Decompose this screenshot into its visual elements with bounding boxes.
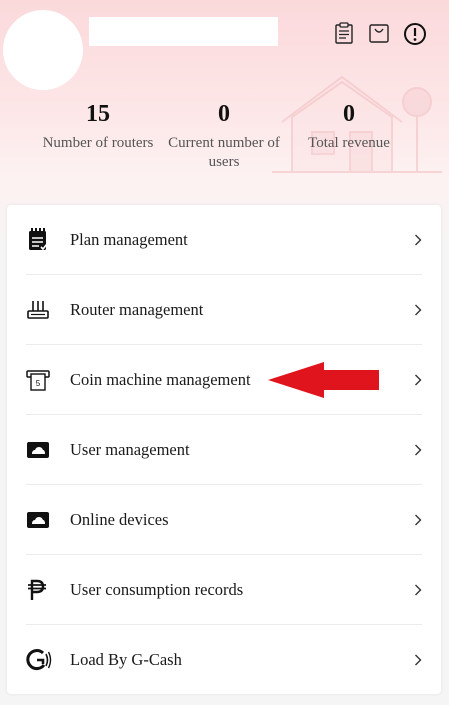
- chevron-right-icon: [410, 304, 422, 316]
- gcash-icon: [26, 645, 56, 675]
- menu-item-online-devices[interactable]: Online devices: [26, 485, 422, 555]
- stat-routers: 15 Number of routers: [34, 100, 162, 153]
- chevron-right-icon: [410, 444, 422, 456]
- menu-card: Plan management Router management 5 Coin…: [7, 205, 441, 694]
- shopping-bag-icon[interactable]: [366, 20, 392, 46]
- svg-text:5: 5: [36, 379, 41, 388]
- stat-value: 0: [218, 101, 230, 127]
- menu-item-plan-management[interactable]: Plan management: [26, 205, 422, 275]
- chevron-right-icon: [410, 514, 422, 526]
- coin-machine-icon: 5: [26, 365, 56, 395]
- stat-value: 15: [86, 101, 110, 127]
- stat-label: Total revenue: [308, 135, 390, 151]
- menu-item-label: User management: [70, 439, 190, 459]
- menu-item-coin-machine-management[interactable]: 5 Coin machine management: [26, 345, 422, 415]
- router-icon: [26, 295, 56, 325]
- menu-item-user-management[interactable]: User management: [26, 415, 422, 485]
- user-management-icon: [26, 435, 56, 465]
- menu-item-label: Plan management: [70, 229, 188, 249]
- stat-label: Current number of users: [168, 135, 280, 170]
- avatar[interactable]: [3, 10, 83, 90]
- username-field: [89, 17, 278, 46]
- menu-item-router-management[interactable]: Router management: [26, 275, 422, 345]
- menu-item-label: User consumption records: [70, 579, 244, 599]
- stat-value: 0: [343, 101, 355, 127]
- stat-label: Number of routers: [42, 135, 154, 151]
- chevron-right-icon: [410, 374, 422, 386]
- plan-icon: [26, 225, 56, 255]
- menu-item-label: Load By G-Cash: [70, 650, 182, 669]
- clipboard-icon[interactable]: [331, 20, 357, 46]
- menu-item-load-by-gcash[interactable]: Load By G-Cash: [26, 625, 422, 695]
- menu-item-label: Router management: [70, 299, 204, 319]
- menu-item-label: Online devices: [70, 509, 169, 529]
- peso-icon: [26, 575, 56, 605]
- menu-item-user-consumption-records[interactable]: User consumption records: [26, 555, 422, 625]
- menu-item-label: Coin machine management: [70, 369, 251, 389]
- chevron-right-icon: [410, 654, 422, 666]
- online-devices-icon: [26, 505, 56, 535]
- chevron-right-icon: [410, 584, 422, 596]
- chevron-right-icon: [410, 234, 422, 246]
- stat-users: 0 Current number of users: [160, 100, 288, 172]
- stat-revenue: 0 Total revenue: [290, 100, 408, 153]
- alert-icon[interactable]: [402, 21, 428, 47]
